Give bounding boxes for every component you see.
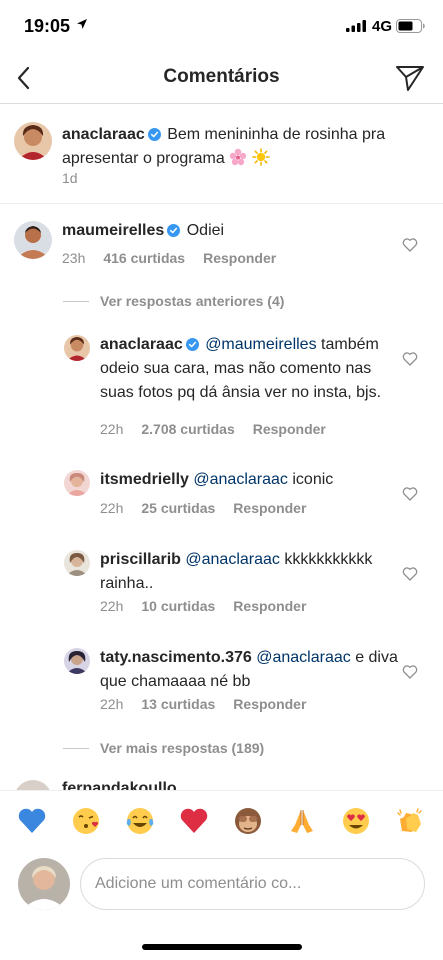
avatar[interactable] <box>14 122 52 160</box>
verified-badge-icon <box>185 338 199 351</box>
reply-username[interactable]: anaclaraac <box>100 336 183 353</box>
verified-badge-icon <box>167 224 181 237</box>
reply-body: iconic <box>292 471 334 488</box>
current-user-avatar <box>18 858 70 910</box>
direct-share-button[interactable] <box>394 62 426 94</box>
reply-meta: 22h 25 curtidas Responder <box>100 500 324 516</box>
avatar[interactable] <box>14 221 52 259</box>
view-previous-replies-button[interactable]: Ver respostas anteriores (4) <box>100 293 284 309</box>
reply-likes[interactable]: 2.708 curtidas <box>141 421 234 437</box>
verified-badge-icon <box>147 128 161 141</box>
reply-item: priscillarib @anaclaraac kkkkkkkkkkk rai… <box>0 540 443 630</box>
reply-time: 22h <box>100 598 124 614</box>
kissing-face-icon[interactable] <box>70 805 102 837</box>
home-indicator <box>142 944 302 950</box>
comment-time: 23h <box>62 250 86 266</box>
status-bar: 19:05 4G <box>0 0 443 52</box>
reply-time: 22h <box>100 696 124 712</box>
reply-mention[interactable]: @anaclaraac <box>193 471 288 488</box>
reply-item: taty.nascimento.376 @anaclaraac e diva q… <box>0 638 443 728</box>
battery-icon <box>396 19 425 33</box>
caption-time: 1d <box>62 170 78 186</box>
comment-body: Odiei <box>186 222 225 239</box>
avatar[interactable] <box>64 648 90 674</box>
reply-mention[interactable]: @anaclaraac <box>256 649 351 666</box>
caption-text: anaclaraac Bem menininha de rosinha pra … <box>62 123 422 171</box>
reply-meta: 22h 10 curtidas Responder <box>100 598 324 614</box>
reply-time: 22h <box>100 421 124 437</box>
thread-line <box>63 748 89 749</box>
reply-username[interactable]: priscillarib <box>100 551 181 568</box>
cherry-blossom-icon <box>230 148 247 166</box>
network-type: 4G <box>372 18 393 35</box>
reply-item: itsmedrielly @anaclaraac iconic 22h 25 cu… <box>0 460 443 530</box>
emoji-quick-bar <box>0 790 443 854</box>
like-heart-icon[interactable] <box>402 566 418 581</box>
reply-text: itsmedrielly @anaclaraac iconic <box>100 468 400 492</box>
reply-meta: 22h 13 curtidas Responder <box>100 696 324 712</box>
comment-input[interactable]: Adicione um comentário co... <box>80 858 425 910</box>
thread-line <box>63 301 89 302</box>
reply-text: taty.nascimento.376 @anaclaraac e diva q… <box>100 646 400 694</box>
avatar[interactable] <box>64 550 90 576</box>
blue-heart-icon[interactable] <box>16 805 48 837</box>
comment-username[interactable]: maumeirelles <box>62 222 164 239</box>
cellular-signal-icon <box>346 20 366 32</box>
like-heart-icon[interactable] <box>402 664 418 679</box>
reply-button[interactable]: Responder <box>233 500 306 516</box>
comment-meta: 23h 416 curtidas Responder <box>62 250 294 266</box>
sun-icon <box>251 148 270 166</box>
reply-button[interactable]: Responder <box>253 421 326 437</box>
like-heart-icon[interactable] <box>402 486 418 501</box>
folded-hands-icon[interactable] <box>286 805 318 837</box>
clapping-hands-icon[interactable] <box>394 805 426 837</box>
red-heart-icon[interactable] <box>178 805 210 837</box>
heart-eyes-icon[interactable] <box>340 805 372 837</box>
reply-button[interactable]: Responder <box>233 696 306 712</box>
reply-button[interactable]: Responder <box>233 598 306 614</box>
reply-likes[interactable]: 25 curtidas <box>141 500 215 516</box>
reply-likes[interactable]: 10 curtidas <box>141 598 215 614</box>
status-time: 19:05 <box>24 16 71 36</box>
reply-likes[interactable]: 13 curtidas <box>141 696 215 712</box>
post-caption: anaclaraac Bem menininha de rosinha pra … <box>0 104 443 204</box>
reply-mention[interactable]: @anaclaraac <box>185 551 280 568</box>
like-heart-icon[interactable] <box>402 351 418 366</box>
tears-of-joy-icon[interactable] <box>124 805 156 837</box>
comment-composer: Adicione um comentário co... <box>0 854 443 918</box>
see-no-evil-monkey-icon[interactable] <box>232 805 264 837</box>
avatar[interactable] <box>64 335 90 361</box>
comment-text: maumeirelles Odiei <box>62 219 422 243</box>
comment-likes[interactable]: 416 curtidas <box>103 250 185 266</box>
page-title: Comentários <box>163 66 280 87</box>
header: Comentários <box>0 52 443 104</box>
location-arrow-icon <box>77 19 87 29</box>
reply-username[interactable]: itsmedrielly <box>100 471 189 488</box>
reply-time: 22h <box>100 500 124 516</box>
comment-item: maumeirelles Odiei 23h 416 curtidas Respon… <box>0 205 443 285</box>
reply-button[interactable]: Responder <box>203 250 276 266</box>
reply-text: priscillarib @anaclaraac kkkkkkkkkkk rai… <box>100 548 400 596</box>
reply-username[interactable]: taty.nascimento.376 <box>100 649 252 666</box>
view-more-replies-button[interactable]: Ver mais respostas (189) <box>100 740 264 756</box>
reply-meta: 22h 2.708 curtidas Responder <box>100 421 344 437</box>
reply-item: anaclaraac @maumeirelles também odeio su… <box>0 325 443 443</box>
like-heart-icon[interactable] <box>402 237 418 252</box>
caption-username[interactable]: anaclaraac <box>62 126 145 143</box>
avatar[interactable] <box>64 470 90 496</box>
reply-mention[interactable]: @maumeirelles <box>205 336 316 353</box>
reply-text: anaclaraac @maumeirelles também odeio su… <box>100 333 400 405</box>
